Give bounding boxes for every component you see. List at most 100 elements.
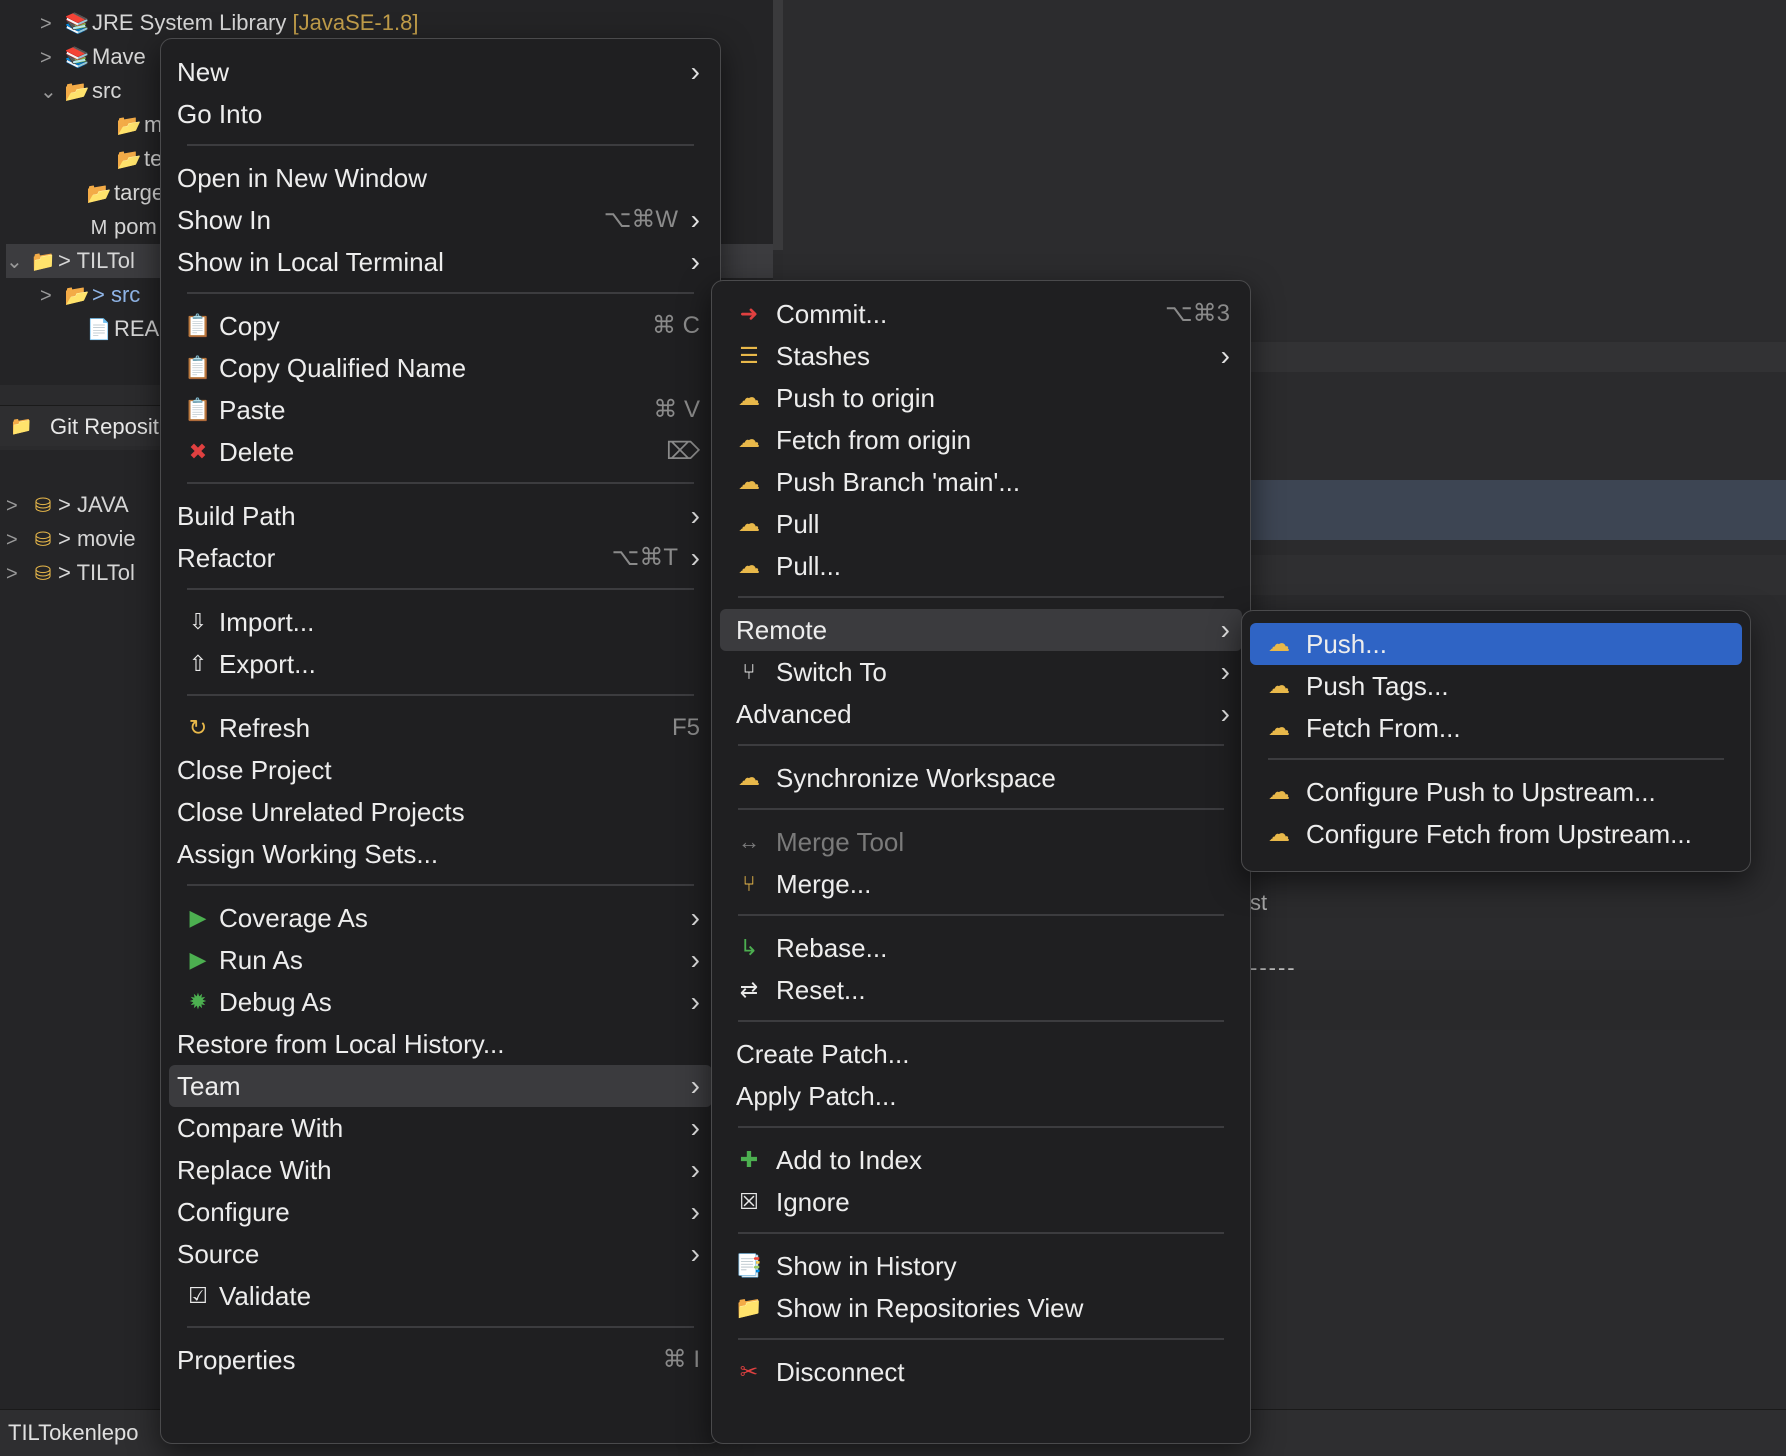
git-repositories-title: Git Reposit — [50, 414, 159, 439]
menu-separator — [187, 292, 694, 294]
team-item-reset[interactable]: ⇄ Reset... — [720, 969, 1242, 1011]
menu-item-label: Run As — [219, 945, 303, 975]
expand-chevron-icon[interactable]: ⌄ — [6, 245, 28, 279]
menu-item-label: Ignore — [776, 1187, 850, 1217]
menu-item-go-into[interactable]: Go Into — [169, 93, 712, 135]
remote-item-configure-fetch-from-upstream[interactable]: ☁ Configure Fetch from Upstream... — [1250, 813, 1742, 855]
remote-item-push-tags[interactable]: ☁ Push Tags... — [1250, 665, 1742, 707]
menu-item-source[interactable]: Source › — [169, 1233, 712, 1275]
team-item-fetch-from-origin[interactable]: ☁ Fetch from origin — [720, 419, 1242, 461]
team-item-push-to-origin[interactable]: ☁ Push to origin — [720, 377, 1242, 419]
menu-item-label: Import... — [219, 607, 315, 637]
menu-item-export[interactable]: ⇧ Export... — [169, 643, 712, 685]
team-item-commit[interactable]: ➜ Commit... ⌥⌘3 — [720, 293, 1242, 335]
git-repository-item[interactable]: > ⛁ > TILTol — [6, 556, 135, 590]
menu-item-delete[interactable]: ✖ Delete ⌦ — [169, 431, 712, 473]
history-icon: 📑 — [735, 1253, 763, 1278]
team-item-push-branch-main[interactable]: ☁ Push Branch 'main'... — [720, 461, 1242, 503]
menu-item-close-project[interactable]: Close Project — [169, 749, 712, 791]
menu-item-restore-from-local-history[interactable]: Restore from Local History... — [169, 1023, 712, 1065]
menu-item-assign-working-sets[interactable]: Assign Working Sets... — [169, 833, 712, 875]
menu-item-validate[interactable]: ☑ Validate — [169, 1275, 712, 1317]
team-item-switch-to[interactable]: ⑂ Switch To › — [720, 651, 1242, 693]
status-text: TILTokenlepo — [8, 1420, 139, 1445]
repository-icon: ⛁ — [34, 495, 52, 517]
expand-chevron-icon[interactable]: > — [6, 557, 28, 591]
team-item-pull[interactable]: ☁ Pull... — [720, 545, 1242, 587]
expand-chevron-icon[interactable]: > — [40, 41, 62, 75]
menu-item-properties[interactable]: Properties ⌘ I — [169, 1339, 712, 1381]
team-item-pull[interactable]: ☁ Pull — [720, 503, 1242, 545]
team-item-disconnect[interactable]: ✂ Disconnect — [720, 1351, 1242, 1393]
team-item-show-in-repositories-view[interactable]: 📁 Show in Repositories View — [720, 1287, 1242, 1329]
menu-item-label: Restore from Local History... — [177, 1029, 505, 1059]
team-item-add-to-index[interactable]: ✚ Add to Index — [720, 1139, 1242, 1181]
explorer-scrollbar[interactable] — [773, 0, 783, 250]
menu-item-label: Pull — [776, 509, 820, 539]
team-item-stashes[interactable]: ☰ Stashes › — [720, 335, 1242, 377]
menu-separator — [187, 144, 694, 146]
menu-item-label: Configure — [177, 1197, 290, 1227]
expand-chevron-icon[interactable]: > — [40, 279, 62, 313]
expand-chevron-icon[interactable]: > — [6, 489, 28, 523]
menu-item-label: Merge Tool — [776, 827, 905, 857]
menu-item-copy[interactable]: 📋 Copy ⌘ C — [169, 305, 712, 347]
add-icon: ✚ — [739, 1147, 759, 1172]
menu-separator — [1268, 758, 1724, 760]
library-icon: 📚 — [64, 47, 90, 69]
git-repository-item[interactable]: > ⛁ > movie — [6, 522, 136, 556]
menu-item-label: Advanced — [736, 699, 852, 729]
menu-item-show-in[interactable]: Show In ⌥⌘W › — [169, 199, 712, 241]
selected-line-band — [1250, 480, 1786, 540]
menu-item-open-in-new-window[interactable]: Open in New Window — [169, 157, 712, 199]
menu-item-configure[interactable]: Configure › — [169, 1191, 712, 1233]
expand-chevron-icon[interactable]: ⌄ — [40, 75, 62, 109]
remote-item-fetch-from[interactable]: ☁ Fetch From... — [1250, 707, 1742, 749]
menu-item-replace-with[interactable]: Replace With › — [169, 1149, 712, 1191]
team-item-create-patch[interactable]: Create Patch... — [720, 1033, 1242, 1075]
submenu-chevron-icon: › — [1220, 656, 1230, 687]
menu-item-build-path[interactable]: Build Path › — [169, 495, 712, 537]
team-item-synchronize-workspace[interactable]: ☁ Synchronize Workspace — [720, 757, 1242, 799]
tree-item[interactable]: > 📚 JRE System Library [JavaSE-1.8] — [40, 6, 773, 40]
expand-chevron-icon[interactable]: > — [40, 7, 62, 41]
editor-fragment: st — [1250, 890, 1268, 915]
menu-separator — [187, 884, 694, 886]
menu-item-refactor[interactable]: Refactor ⌥⌘T › — [169, 537, 712, 579]
team-item-show-in-history[interactable]: 📑 Show in History — [720, 1245, 1242, 1287]
push-cloud-icon: ☁ — [1268, 631, 1290, 656]
menu-item-new[interactable]: New › — [169, 51, 712, 93]
menu-item-paste[interactable]: 📋 Paste ⌘ V — [169, 389, 712, 431]
team-item-ignore[interactable]: ☒ Ignore — [720, 1181, 1242, 1223]
remote-item-push[interactable]: ☁ Push... — [1250, 623, 1742, 665]
menu-item-compare-with[interactable]: Compare With › — [169, 1107, 712, 1149]
menu-item-label: Switch To — [776, 657, 887, 687]
menu-item-close-unrelated-projects[interactable]: Close Unrelated Projects — [169, 791, 712, 833]
menu-item-debug-as[interactable]: ✹ Debug As › — [169, 981, 712, 1023]
tree-item-label: targe — [114, 180, 165, 205]
menu-item-coverage-as[interactable]: ▶ Coverage As › — [169, 897, 712, 939]
team-item-merge[interactable]: ⑂ Merge... — [720, 863, 1242, 905]
ignore-icon: ☒ — [739, 1189, 759, 1214]
menu-item-label: Synchronize Workspace — [776, 763, 1056, 793]
team-item-remote[interactable]: Remote › — [720, 609, 1242, 651]
merge-icon: ⑂ — [742, 871, 756, 896]
debug-icon: ✹ — [188, 989, 208, 1014]
team-item-advanced[interactable]: Advanced › — [720, 693, 1242, 735]
team-item-apply-patch[interactable]: Apply Patch... — [720, 1075, 1242, 1117]
remote-item-configure-push-to-upstream[interactable]: ☁ Configure Push to Upstream... — [1250, 771, 1742, 813]
submenu-chevron-icon: › — [690, 944, 700, 975]
team-item-rebase[interactable]: ↳ Rebase... — [720, 927, 1242, 969]
expand-chevron-icon[interactable]: > — [6, 523, 28, 557]
menu-item-label: Build Path — [177, 501, 296, 531]
coverage-icon: ▶ — [189, 905, 207, 930]
menu-item-run-as[interactable]: ▶ Run As › — [169, 939, 712, 981]
menu-item-import[interactable]: ⇩ Import... — [169, 601, 712, 643]
submenu-chevron-icon: › — [690, 204, 700, 235]
git-repository-item[interactable]: > ⛁ > JAVA — [6, 488, 129, 522]
menu-item-copy-qualified-name[interactable]: 📋 Copy Qualified Name — [169, 347, 712, 389]
menu-item-show-in-local-terminal[interactable]: Show in Local Terminal › — [169, 241, 712, 283]
menu-item-refresh[interactable]: ↻ Refresh F5 — [169, 707, 712, 749]
menu-item-team[interactable]: Team › — [169, 1065, 712, 1107]
shortcut-hint: ⌘ V — [653, 396, 700, 423]
